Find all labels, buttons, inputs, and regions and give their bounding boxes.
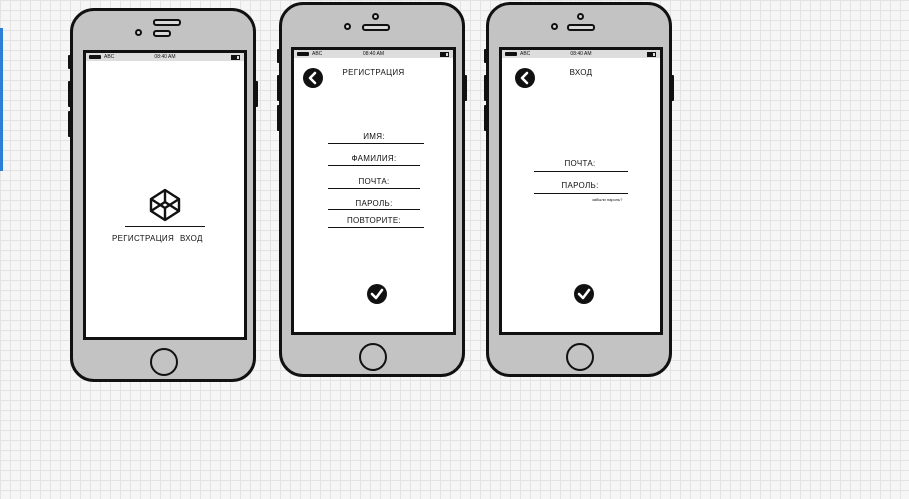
status-bar: ABC 08:40 AM bbox=[86, 53, 244, 61]
clock-label: 08:40 AM bbox=[154, 54, 176, 60]
selection-edge bbox=[0, 28, 3, 171]
front-sensor bbox=[551, 23, 558, 30]
page-title: ВХОД bbox=[569, 68, 593, 77]
field-label-email: ПОЧТА: bbox=[564, 159, 596, 168]
field-label-email: ПОЧТА: bbox=[358, 177, 390, 186]
volume-down-button bbox=[277, 105, 281, 131]
home-button bbox=[359, 343, 387, 371]
phone-mockup-start: ABC 08:40 AM РЕГИСТРАЦИЯ ВХОД bbox=[68, 8, 258, 382]
mute-switch bbox=[68, 55, 72, 69]
status-bar: ABC 08:40 AM bbox=[502, 50, 660, 58]
earpiece bbox=[362, 24, 390, 31]
checkmark-icon bbox=[577, 288, 591, 300]
clock-label: 08:40 AM bbox=[362, 51, 385, 57]
field-label-password: ПАРОЛЬ: bbox=[355, 199, 393, 208]
earpiece bbox=[567, 24, 595, 31]
earpiece bbox=[153, 30, 171, 37]
battery-icon bbox=[231, 55, 240, 60]
field-input-repeat[interactable] bbox=[328, 227, 424, 228]
home-button bbox=[566, 343, 594, 371]
screen-start: ABC 08:40 AM РЕГИСТРАЦИЯ ВХОД bbox=[83, 50, 247, 340]
power-button bbox=[463, 75, 467, 101]
codepen-logo-icon bbox=[149, 188, 181, 222]
field-label-password: ПАРОЛЬ: bbox=[561, 181, 599, 190]
camera bbox=[577, 13, 584, 20]
mute-switch bbox=[277, 49, 281, 63]
volume-up-button bbox=[484, 75, 488, 101]
screen-login: ABC 08:40 AM ВХОД ПОЧТА: ПАРОЛЬ: забыли … bbox=[499, 47, 663, 335]
volume-up-button bbox=[68, 81, 72, 107]
status-bar: ABC 08:40 AM bbox=[294, 50, 453, 58]
submit-button[interactable] bbox=[367, 284, 387, 304]
front-sensor bbox=[344, 23, 351, 30]
field-label-repeat: ПОВТОРИТЕ: bbox=[346, 216, 402, 225]
field-input-email[interactable] bbox=[328, 188, 420, 189]
field-input-name[interactable] bbox=[328, 143, 424, 144]
field-input-password[interactable] bbox=[534, 193, 628, 194]
field-label-name: ИМЯ: bbox=[363, 132, 385, 141]
register-link[interactable]: РЕГИСТРАЦИЯ bbox=[112, 234, 174, 243]
phone-mockup-registration: ABC 08:40 AM РЕГИСТРАЦИЯ ИМЯ: ФАМИЛИЯ: П… bbox=[277, 2, 467, 377]
clock-label: 08:40 AM bbox=[570, 51, 592, 57]
screen-registration: ABC 08:40 AM РЕГИСТРАЦИЯ ИМЯ: ФАМИЛИЯ: П… bbox=[291, 47, 456, 335]
phone-mockup-login: ABC 08:40 AM ВХОД ПОЧТА: ПАРОЛЬ: забыли … bbox=[484, 2, 674, 377]
power-button bbox=[670, 75, 674, 101]
field-input-password[interactable] bbox=[328, 209, 420, 210]
forgot-password-link[interactable]: забыли пароль? bbox=[592, 197, 622, 202]
home-button bbox=[150, 348, 178, 376]
checkmark-icon bbox=[370, 288, 384, 300]
battery-icon bbox=[440, 52, 449, 57]
camera bbox=[372, 13, 379, 20]
login-link[interactable]: ВХОД bbox=[180, 234, 203, 243]
mute-switch bbox=[484, 49, 488, 63]
speaker bbox=[153, 19, 181, 26]
divider-line bbox=[125, 226, 205, 227]
volume-down-button bbox=[68, 111, 72, 137]
field-input-surname[interactable] bbox=[328, 165, 420, 166]
field-label-surname: ФАМИЛИЯ: bbox=[351, 154, 397, 163]
battery-icon bbox=[647, 52, 656, 57]
volume-down-button bbox=[484, 105, 488, 131]
camera bbox=[135, 29, 142, 36]
power-button bbox=[254, 81, 258, 107]
submit-button[interactable] bbox=[574, 284, 594, 304]
volume-up-button bbox=[277, 75, 281, 101]
field-input-email[interactable] bbox=[534, 171, 628, 172]
page-title: РЕГИСТРАЦИЯ bbox=[342, 68, 405, 77]
